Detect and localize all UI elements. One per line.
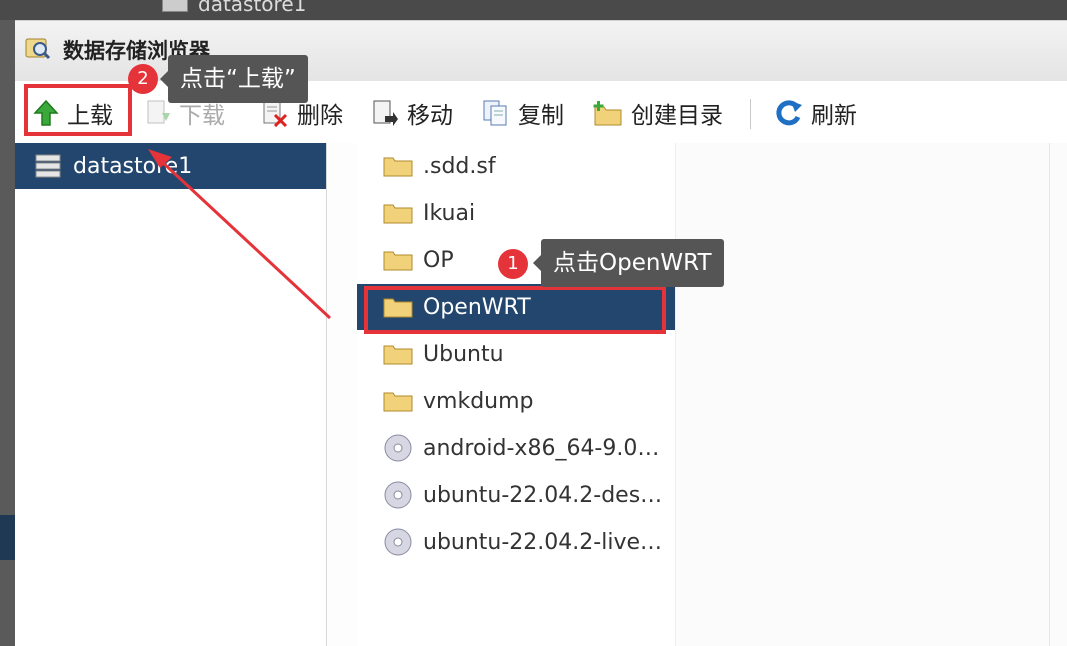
datastore-icon [35, 154, 61, 178]
divider [1049, 143, 1050, 646]
refresh-button[interactable]: 刷新 [775, 93, 857, 133]
disc-icon [384, 434, 412, 462]
list-item[interactable]: Ikuai [357, 190, 675, 236]
list-item[interactable]: android-x86_64-9.0… [357, 425, 675, 471]
create-directory-label: 创建目录 [631, 103, 723, 129]
toolbar-separator [750, 99, 751, 129]
background-datastore-label: datastore1 [198, 0, 307, 16]
file-list: .sdd.sf Ikuai OP OpenWRT Ubuntu vmkdump [357, 143, 676, 646]
tree-item-datastore1[interactable]: datastore1 [15, 143, 326, 189]
openwrt-highlight-box [364, 286, 666, 334]
step-2-badge: 2 [128, 64, 158, 94]
file-name: .sdd.sf [423, 153, 496, 179]
list-item[interactable]: ubuntu-22.04.2-live… [357, 519, 675, 565]
download-file-icon [147, 100, 170, 124]
folder-icon [383, 345, 413, 365]
delete-icon [263, 100, 288, 127]
file-name: OP [423, 247, 454, 273]
file-name: android-x86_64-9.0… [423, 435, 660, 461]
disc-icon [384, 481, 412, 509]
refresh-icon [776, 100, 802, 126]
file-name: vmkdump [423, 388, 534, 414]
new-folder-icon [593, 101, 622, 126]
list-item[interactable]: ubuntu-22.04.2-des… [357, 472, 675, 518]
refresh-label: 刷新 [811, 103, 857, 129]
background-strip [0, 515, 15, 560]
upload-highlight-box [24, 84, 132, 136]
move-label: 移动 [407, 103, 453, 129]
folder-icon [383, 251, 413, 271]
folder-icon [383, 157, 413, 177]
copy-label: 复制 [518, 103, 564, 129]
file-name: Ikuai [423, 200, 476, 226]
file-list-pane: .sdd.sf Ikuai OP OpenWRT Ubuntu vmkdump [327, 143, 1067, 646]
copy-button[interactable]: 复制 [482, 93, 564, 133]
move-button[interactable]: 移动 [371, 93, 453, 133]
folder-icon [383, 392, 413, 412]
step-1-tooltip: 点击OpenWRT [533, 239, 724, 287]
list-item[interactable]: vmkdump [357, 378, 675, 424]
datastore-icon [162, 0, 188, 12]
list-item[interactable]: .sdd.sf [357, 143, 675, 189]
step-1-badge: 1 [498, 249, 528, 279]
file-name: Ubuntu [423, 341, 504, 367]
datastore-tree: datastore1 [15, 143, 327, 646]
browser-search-icon [25, 38, 51, 60]
move-icon [373, 100, 398, 126]
step-2-tooltip: 点击“上载” [160, 55, 308, 103]
disc-icon [384, 528, 412, 556]
file-name: ubuntu-22.04.2-live… [423, 529, 662, 555]
background-window-bar: datastore1 [0, 0, 1067, 20]
list-item[interactable]: Ubuntu [357, 331, 675, 377]
copy-icon [483, 100, 507, 126]
create-directory-button[interactable]: 创建目录 [593, 93, 723, 133]
folder-icon [383, 204, 413, 224]
file-name: ubuntu-22.04.2-des… [423, 482, 663, 508]
tree-item-label: datastore1 [73, 153, 193, 179]
details-area [676, 143, 1067, 646]
